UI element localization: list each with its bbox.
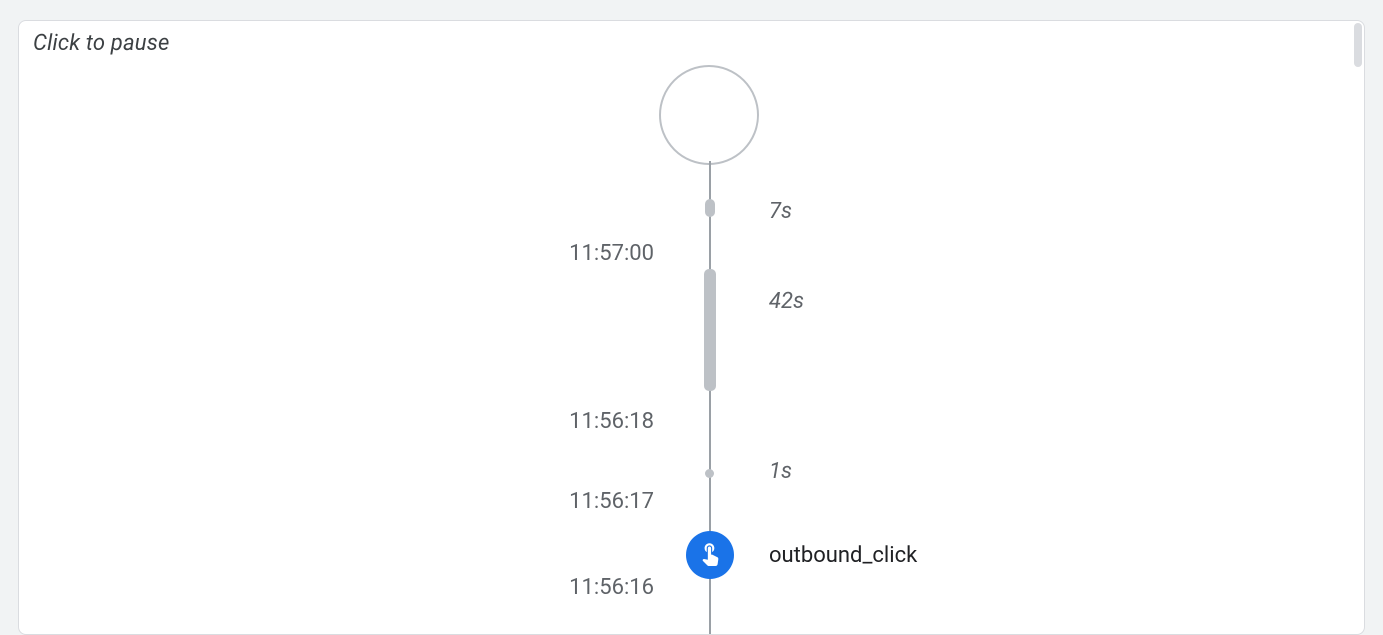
timeline-container: 7s 11:57:00 42s 11:56:18 1s 11:56:17 out… [19,21,1364,634]
duration-label: 7s [769,199,792,224]
timestamp-label: 11:56:17 [504,489,654,514]
duration-segment [705,199,715,217]
duration-segment [704,269,716,391]
timeline-card[interactable]: Click to pause 7s 11:57:00 42s 11:56:18 … [18,20,1365,635]
duration-label: 42s [769,289,804,314]
user-avatar-circle[interactable] [659,65,759,165]
event-label: outbound_click [769,543,917,568]
timestamp-label: 11:57:00 [504,241,654,266]
duration-label: 1s [769,459,792,484]
touch-app-icon [697,540,723,570]
event-node-click[interactable] [686,531,734,579]
timestamp-label: 11:56:16 [504,575,654,600]
duration-segment [705,469,714,478]
timestamp-label: 11:56:18 [504,409,654,434]
